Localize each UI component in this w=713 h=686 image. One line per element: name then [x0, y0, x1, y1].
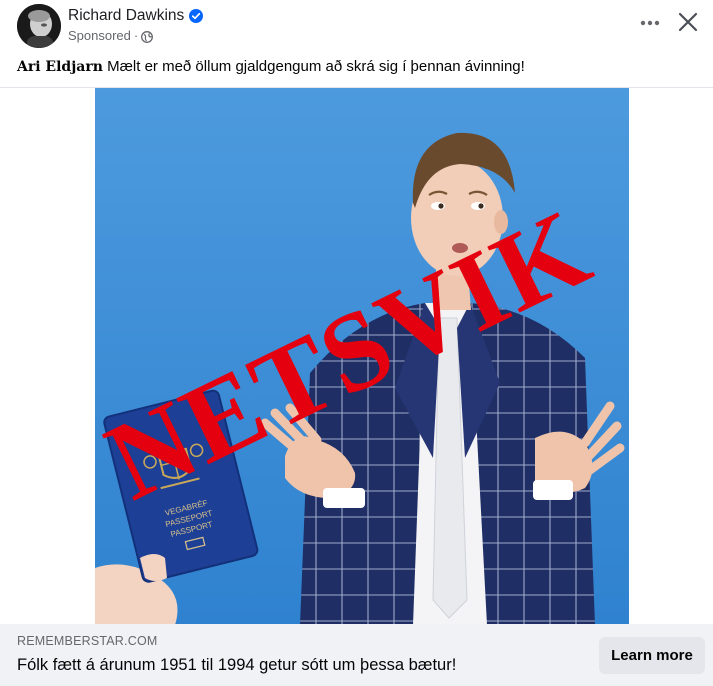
more-options-icon: [640, 20, 660, 26]
post-header: Richard Dawkins Sponsored ·: [0, 0, 713, 54]
page-name[interactable]: Richard Dawkins: [68, 6, 184, 26]
ad-image[interactable]: VEGABRÉF PASSEPORT PASSPORT NETSVIK: [95, 88, 629, 625]
sponsored-label[interactable]: Sponsored: [68, 27, 131, 45]
caption-text: Mælt er með öllum gjaldgengum að skrá si…: [107, 58, 525, 75]
page-name-row: Richard Dawkins: [68, 6, 204, 26]
avatar-image: [17, 4, 61, 48]
globe-icon[interactable]: [141, 30, 154, 43]
post-meta: Sponsored ·: [68, 27, 154, 45]
meta-separator: ·: [133, 28, 139, 43]
link-headline[interactable]: Fólk fætt á árunum 1951 til 1994 getur s…: [17, 654, 456, 676]
learn-more-button[interactable]: Learn more: [599, 637, 705, 674]
link-domain: REMEMBERSTAR.COM: [17, 634, 158, 648]
close-button[interactable]: [674, 8, 702, 36]
post-caption: Ari Eldjarn Mælt er með öllum gjaldgengu…: [17, 57, 525, 77]
more-options-button[interactable]: [633, 10, 667, 36]
verified-badge-icon: [189, 9, 204, 23]
ad-media: VEGABRÉF PASSEPORT PASSPORT NETSVIK: [0, 87, 713, 625]
close-icon: [678, 12, 698, 32]
caption-author: Ari Eldjarn: [17, 59, 103, 75]
link-preview-bar[interactable]: REMEMBERSTAR.COM Fólk fætt á árunum 1951…: [0, 624, 713, 686]
ad-illustration: VEGABRÉF PASSEPORT PASSPORT NETSVIK: [95, 88, 629, 625]
avatar[interactable]: [17, 4, 61, 48]
